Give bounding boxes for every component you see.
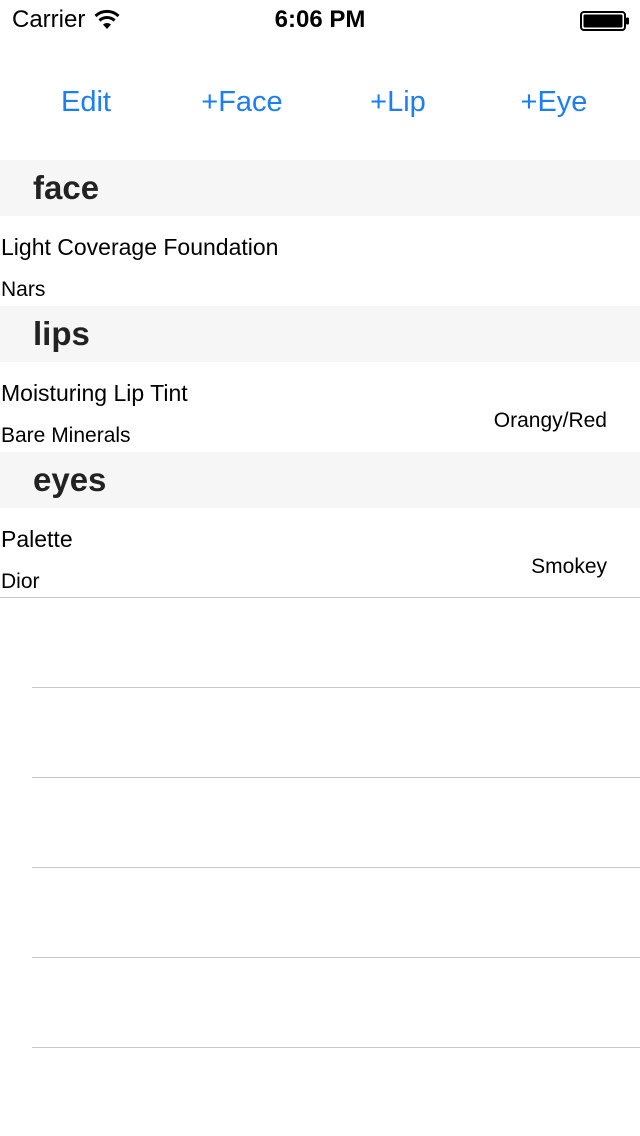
section-header-eyes: eyes <box>0 452 640 508</box>
product-shade: Smokey <box>531 555 607 578</box>
table-row[interactable]: Moisturing Lip Tint Bare Minerals Orangy… <box>0 362 640 452</box>
row-separator <box>32 957 640 958</box>
row-separator <box>32 687 640 688</box>
add-face-button[interactable]: +Face <box>192 80 292 124</box>
product-shade: Orangy/Red <box>493 409 607 432</box>
product-brand: Nars <box>1 278 46 301</box>
toolbar: Edit +Face +Lip +Eye <box>0 80 640 124</box>
status-time: 6:06 PM <box>274 6 366 33</box>
product-brand: Dior <box>1 570 40 593</box>
section-header-face: face <box>0 160 640 216</box>
row-separator <box>32 777 640 778</box>
table-row[interactable]: Palette Dior Smokey <box>0 508 640 598</box>
row-separator <box>0 597 640 598</box>
row-separator <box>32 1047 640 1048</box>
product-name: Light Coverage Foundation <box>1 234 279 260</box>
product-name: Palette <box>1 526 73 552</box>
battery-icon <box>580 11 630 31</box>
row-separator <box>32 867 640 868</box>
section-title: face <box>33 169 100 206</box>
product-name: Moisturing Lip Tint <box>1 380 188 406</box>
product-brand: Bare Minerals <box>1 424 131 447</box>
add-eye-button[interactable]: +Eye <box>504 80 604 124</box>
status-bar: Carrier 6:06 PM <box>0 0 640 40</box>
add-lip-button[interactable]: +Lip <box>358 80 438 124</box>
section-title: eyes <box>33 461 107 498</box>
section-header-lips: lips <box>0 306 640 362</box>
edit-button[interactable]: Edit <box>46 80 126 124</box>
section-title: lips <box>33 315 90 352</box>
table-row[interactable]: Light Coverage Foundation Nars <box>0 216 640 306</box>
